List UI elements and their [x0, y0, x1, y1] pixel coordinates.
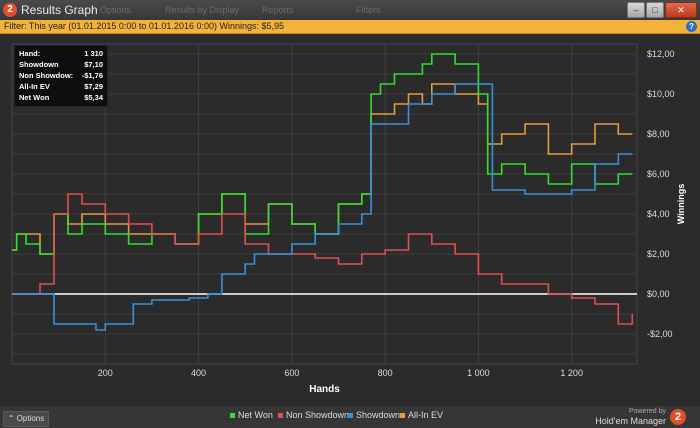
title-bar: 2 Results Graph Options Results by Displ…: [0, 0, 700, 20]
y-tick-label: $4,00: [647, 209, 670, 219]
stat-label: All-In EV: [19, 82, 50, 91]
x-tick-label: 1 000: [467, 368, 490, 378]
hem-logo-icon: 2: [670, 409, 686, 425]
bottom-bar: ⌃ Options Net Won Non Showdown Showdown …: [0, 406, 700, 428]
ghost-menu-options: Options: [100, 5, 132, 15]
help-icon[interactable]: ?: [686, 21, 697, 32]
window-title: Results Graph: [21, 3, 98, 17]
minimize-button[interactable]: –: [627, 2, 645, 18]
options-label: Options: [16, 414, 45, 423]
stat-row-showdown: Showdown $7,10: [19, 59, 103, 70]
x-tick-label: 1 200: [560, 368, 583, 378]
y-tick-label: $0,00: [647, 289, 670, 299]
stat-value: -$1,76: [81, 71, 103, 80]
x-axis-label: Hands: [309, 384, 340, 395]
legend-label: Showdown: [356, 410, 401, 420]
options-button[interactable]: ⌃ Options: [3, 411, 49, 427]
legend-swatch: [400, 413, 405, 419]
y-axis-label: Winnings: [676, 184, 686, 224]
legend-label: Non Showdown: [286, 410, 350, 420]
stat-value: $7,29: [84, 82, 103, 91]
stat-value: $5,34: [84, 93, 103, 102]
stat-row-net-won: Net Won $5,34: [19, 92, 103, 103]
stat-row-non-showdown: Non Showdow: -$1,76: [19, 70, 103, 81]
stat-row-all-in-ev: All-In EV $7,29: [19, 81, 103, 92]
maximize-button[interactable]: □: [646, 2, 664, 18]
legend-swatch: [348, 413, 353, 419]
x-tick-label: 200: [98, 368, 113, 378]
ghost-menu-results-display: Results by Display: [165, 5, 240, 15]
stat-row-hands: Hand: 1 310: [19, 48, 103, 59]
legend-item-all-in-ev[interactable]: All-In EV: [400, 410, 443, 420]
y-tick-label: $10,00: [647, 89, 675, 99]
brand-name: Hold'em Manager: [595, 416, 666, 426]
legend-swatch: [278, 413, 283, 419]
y-tick-label: $12,00: [647, 49, 675, 59]
stat-label: Hand:: [19, 49, 41, 58]
filter-bar: Filter: This year (01.01.2015 0:00 to 01…: [0, 20, 700, 34]
powered-by-text: Powered by: [629, 408, 666, 415]
y-tick-label: $2,00: [647, 249, 670, 259]
y-tick-label: $8,00: [647, 129, 670, 139]
filter-text: Filter: This year (01.01.2015 0:00 to 01…: [4, 21, 285, 31]
chevron-up-icon: ⌃: [7, 414, 17, 423]
stat-label: Showdown: [19, 60, 59, 69]
app-logo-icon: 2: [3, 3, 17, 17]
ghost-menu-reports: Reports: [262, 5, 294, 15]
stat-value: $7,10: [84, 60, 103, 69]
y-tick-label: $6,00: [647, 169, 670, 179]
x-tick-label: 600: [284, 368, 299, 378]
legend-label: Net Won: [238, 410, 273, 420]
y-tick-label: -$2,00: [647, 329, 673, 339]
x-tick-label: 800: [378, 368, 393, 378]
stats-box: Hand: 1 310 Showdown $7,10 Non Showdow: …: [14, 45, 108, 107]
legend-item-showdown[interactable]: Showdown: [348, 410, 400, 420]
stat-label: Non Showdow:: [19, 71, 74, 80]
stat-label: Net Won: [19, 93, 50, 102]
close-button[interactable]: ✕: [665, 2, 697, 18]
legend-swatch: [230, 413, 235, 419]
x-tick-label: 400: [191, 368, 206, 378]
stat-value: 1 310: [84, 49, 103, 58]
legend-item-net-won[interactable]: Net Won: [230, 410, 273, 420]
legend-label: All-In EV: [408, 410, 444, 420]
legend-item-non-showdown[interactable]: Non Showdown: [278, 410, 349, 420]
ghost-menu-filters: Filters: [356, 5, 381, 15]
